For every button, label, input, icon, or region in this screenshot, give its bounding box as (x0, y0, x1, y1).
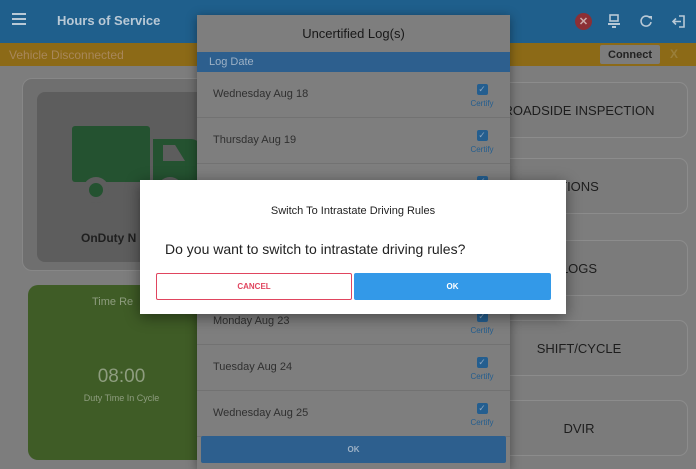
switch-dialog-title: Switch To Intrastate Driving Rules (270, 205, 436, 217)
logout-icon[interactable] (668, 11, 688, 31)
refresh-icon[interactable] (636, 11, 656, 31)
ok-button[interactable]: OK (354, 273, 551, 300)
truck-wheel-front (83, 177, 109, 203)
certify-checkbox[interactable]: ✓ Certify (469, 125, 495, 154)
time-remaining-sub: Duty Time In Cycle (83, 393, 160, 403)
log-date: Wednesday Aug 18 (213, 88, 309, 100)
log-row: Wednesday Aug 25 ✓ Certify (197, 392, 510, 437)
app-title: Hours of Service (57, 13, 161, 28)
certify-label: Certify (470, 326, 494, 335)
close-circle-icon[interactable]: ✕ (575, 12, 592, 30)
switch-rules-dialog: Switch To Intrastate Driving Rules Do yo… (140, 180, 566, 314)
log-row: Thursday Aug 19 ✓ Certify (197, 119, 510, 164)
log-row: Wednesday Aug 18 ✓ Certify (197, 73, 510, 118)
log-date: Monday Aug 23 (213, 315, 290, 327)
truck-icon (72, 126, 150, 182)
connection-status-text: Vehicle Disconnected (9, 48, 124, 62)
device-icon[interactable] (604, 11, 624, 31)
log-date: Tuesday Aug 24 (213, 361, 293, 373)
log-date: Thursday Aug 19 (213, 134, 297, 146)
check-icon: ✓ (476, 357, 488, 368)
switch-dialog-message: Do you want to switch to intrastate driv… (165, 241, 466, 257)
certify-checkbox[interactable]: ✓ Certify (469, 352, 495, 381)
log-row: Tuesday Aug 24 ✓ Certify (197, 346, 510, 391)
log-date-header: Log Date (197, 52, 510, 72)
check-icon: ✓ (476, 130, 488, 141)
log-date: Wednesday Aug 25 (213, 407, 309, 419)
certify-label: Certify (470, 99, 494, 108)
certify-checkbox[interactable]: ✓ Certify (469, 398, 495, 427)
time-remaining-label: Time Re (92, 296, 134, 308)
certify-checkbox[interactable]: ✓ Certify (469, 79, 495, 108)
logs-dialog-title: Uncertified Log(s) (197, 15, 510, 52)
connect-button[interactable]: Connect (600, 45, 660, 64)
time-remaining-value: 08:00 (97, 366, 146, 387)
certify-label: Certify (470, 145, 494, 154)
logs-ok-button[interactable]: OK (201, 436, 506, 463)
menu-icon[interactable] (12, 13, 26, 27)
duty-status-label: OnDuty N (81, 231, 137, 245)
certify-label: Certify (470, 372, 494, 381)
certify-label: Certify (470, 418, 494, 427)
check-icon: ✓ (476, 403, 488, 414)
status-close-button[interactable]: X (670, 47, 678, 61)
cancel-button[interactable]: CANCEL (156, 273, 352, 300)
check-icon: ✓ (476, 84, 488, 95)
